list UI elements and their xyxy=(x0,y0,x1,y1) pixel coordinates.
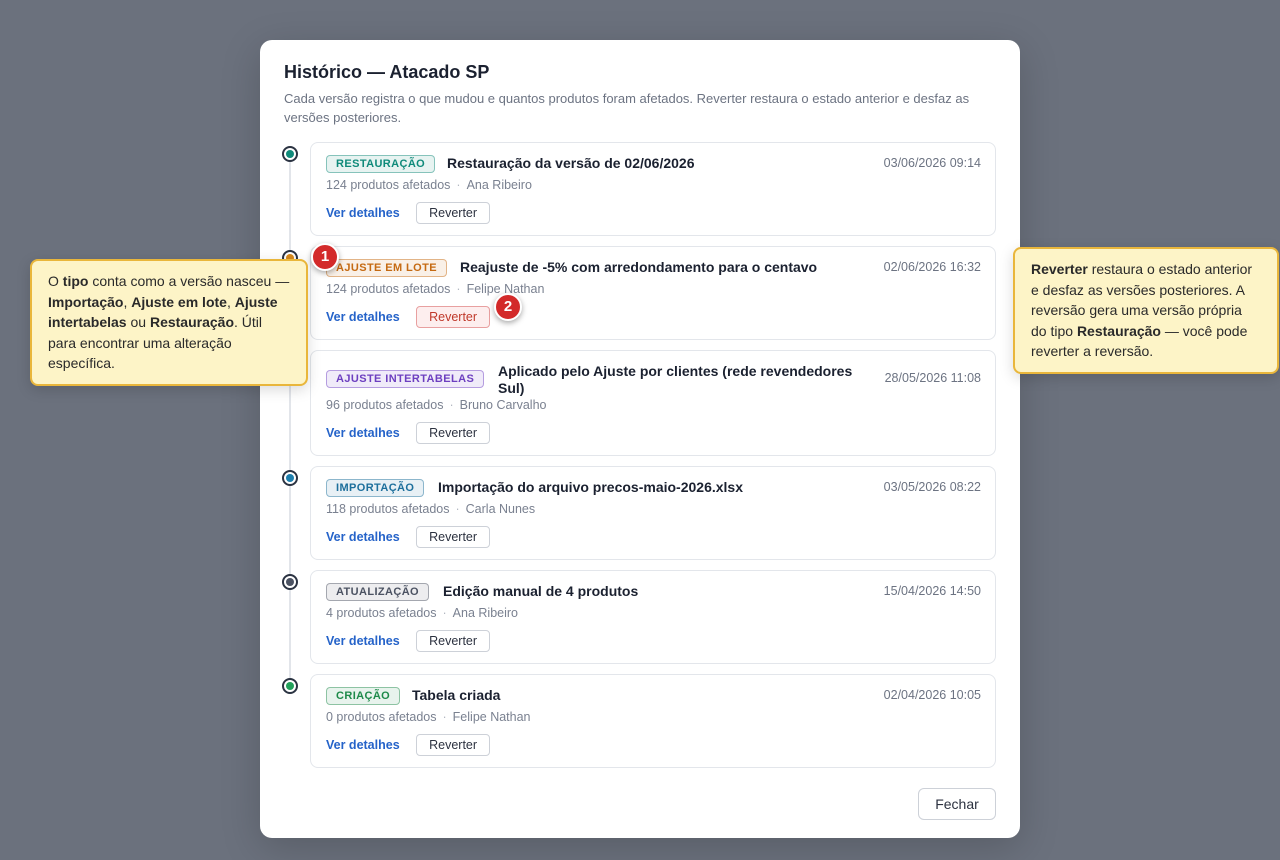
meta-separator: · xyxy=(455,502,460,516)
version-meta: 96 produtos afetados · Bruno Carvalho xyxy=(326,398,546,412)
view-details-link[interactable]: Ver detalhes xyxy=(326,422,400,444)
version-card: CRIAÇÃO Tabela criada 02/04/2026 10:05 0… xyxy=(310,674,996,768)
version-card: IMPORTAÇÃO Importação do arquivo precos-… xyxy=(310,466,996,560)
callout-revert-explainer: Reverter restaura o estado anterior e de… xyxy=(1013,247,1279,374)
version-meta: 0 produtos afetados · Felipe Nathan xyxy=(326,710,531,724)
timeline-dot xyxy=(282,146,298,162)
version-type-badge: IMPORTAÇÃO xyxy=(326,479,425,497)
callout-bold: tipo xyxy=(62,273,89,289)
products-affected: 0 produtos afetados xyxy=(326,710,437,724)
revert-button[interactable]: Reverter xyxy=(416,306,491,328)
meta-separator: · xyxy=(442,710,447,724)
callout-text: , xyxy=(226,293,235,310)
callout-bold: Reverter xyxy=(1031,261,1088,277)
version-title: Reajuste de -5% com arredondamento para … xyxy=(460,259,818,275)
revert-button[interactable]: Reverter xyxy=(416,202,491,224)
version-author: Felipe Nathan xyxy=(452,710,531,724)
version-title: Aplicado pelo Ajuste por clientes (rede … xyxy=(498,363,853,396)
revert-button[interactable]: Reverter xyxy=(416,734,491,756)
version-author: Ana Ribeiro xyxy=(452,606,518,620)
version-date: 02/06/2026 16:32 xyxy=(883,260,981,274)
products-affected: 96 produtos afetados xyxy=(326,398,444,412)
products-affected: 124 produtos afetados xyxy=(326,282,451,296)
meta-separator: · xyxy=(442,606,447,620)
meta-separator: · xyxy=(456,282,461,296)
modal-subtitle: Cada versão registra o que mudou e quant… xyxy=(284,91,970,125)
version-author: Ana Ribeiro xyxy=(466,178,532,192)
close-button[interactable]: Fechar xyxy=(918,788,996,820)
callout-bold: Restauração xyxy=(149,314,234,330)
version-type-badge: CRIAÇÃO xyxy=(326,687,401,705)
version-meta: 124 produtos afetados · Ana Ribeiro xyxy=(326,178,532,192)
version-title: Importação do arquivo precos-maio-2026.x… xyxy=(438,479,743,495)
version-type-badge: AJUSTE EM LOTE xyxy=(326,259,447,277)
version-title: Edição manual de 4 produtos xyxy=(443,583,639,599)
timeline-dot xyxy=(282,678,298,694)
callout-type-explainer: O tipo conta como a versão nasceu — Impo… xyxy=(30,259,308,386)
view-details-link[interactable]: Ver detalhes xyxy=(326,734,400,756)
version-type-badge: AJUSTE INTERTABELAS xyxy=(326,370,485,388)
history-modal: Histórico — Atacado SP Cada versão regis… xyxy=(260,40,1020,838)
version-meta: 118 produtos afetados · Carla Nunes xyxy=(326,502,535,516)
version-date: 15/04/2026 14:50 xyxy=(883,584,981,598)
version-date: 28/05/2026 11:08 xyxy=(884,371,981,385)
revert-button[interactable]: Reverter xyxy=(416,630,491,652)
timeline-line xyxy=(289,158,291,690)
view-details-link[interactable]: Ver detalhes xyxy=(326,306,400,328)
version-card: RESTAURAÇÃO Restauração da versão de 02/… xyxy=(310,142,996,236)
step-marker-1: 1 xyxy=(311,243,339,271)
version-meta: 4 produtos afetados · Ana Ribeiro xyxy=(326,606,518,620)
callout-text: conta como a versão nasceu — xyxy=(88,273,290,289)
version-card: AJUSTE EM LOTE Reajuste de -5% com arred… xyxy=(310,246,996,340)
version-card: ATUALIZAÇÃO Edição manual de 4 produtos … xyxy=(310,570,996,664)
meta-separator: · xyxy=(456,178,461,192)
version-title: Tabela criada xyxy=(412,687,501,703)
view-details-link[interactable]: Ver detalhes xyxy=(326,202,400,224)
version-date: 03/06/2026 09:14 xyxy=(883,156,981,170)
products-affected: 124 produtos afetados xyxy=(326,178,451,192)
callout-bold: Restauração xyxy=(1076,322,1161,339)
version-date: 03/05/2026 08:22 xyxy=(883,480,981,494)
callout-text: ou xyxy=(126,314,150,330)
timeline-dot xyxy=(282,470,298,486)
view-details-link[interactable]: Ver detalhes xyxy=(326,630,400,652)
revert-button[interactable]: Reverter xyxy=(416,526,491,548)
products-affected: 4 produtos afetados xyxy=(326,606,437,620)
version-type-badge: RESTAURAÇÃO xyxy=(326,155,436,173)
version-date: 02/04/2026 10:05 xyxy=(883,688,981,702)
revert-button[interactable]: Reverter xyxy=(416,422,491,444)
step-marker-2: 2 xyxy=(494,293,522,321)
modal-title: Histórico — Atacado SP xyxy=(284,62,490,82)
version-author: Bruno Carvalho xyxy=(459,398,547,412)
view-details-link[interactable]: Ver detalhes xyxy=(326,526,400,548)
version-card: AJUSTE INTERTABELAS Aplicado pelo Ajuste… xyxy=(310,350,996,456)
products-affected: 118 produtos afetados xyxy=(326,502,450,516)
callout-bold: Importação xyxy=(48,293,124,310)
callout-text: O xyxy=(48,273,63,289)
version-author: Carla Nunes xyxy=(465,502,536,516)
meta-separator: · xyxy=(449,398,454,412)
version-type-badge: ATUALIZAÇÃO xyxy=(326,583,430,601)
callout-bold: Ajuste em lote xyxy=(131,293,227,310)
timeline-dot xyxy=(282,574,298,590)
version-title: Restauração da versão de 02/06/2026 xyxy=(447,155,695,171)
